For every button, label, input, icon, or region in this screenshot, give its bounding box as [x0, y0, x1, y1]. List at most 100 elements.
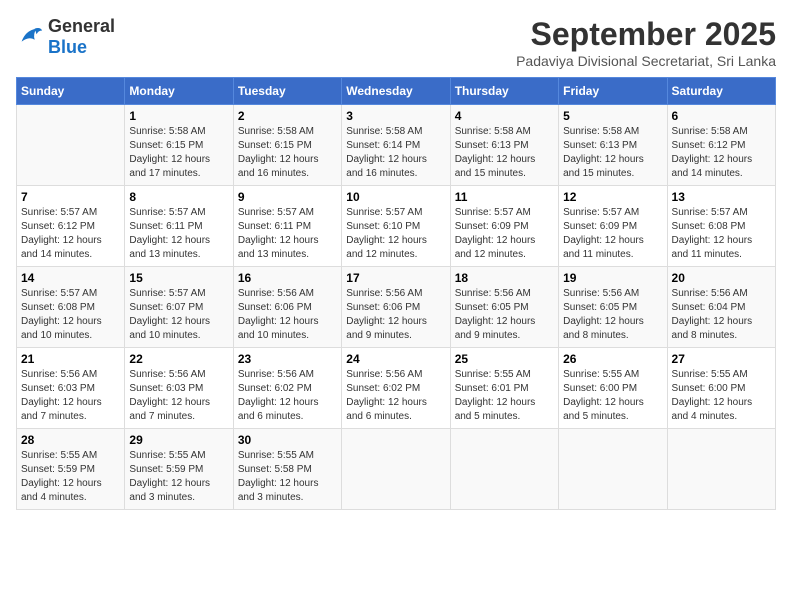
calendar-cell [342, 429, 450, 510]
calendar-cell: 18 Sunrise: 5:56 AM Sunset: 6:05 PM Dayli… [450, 267, 558, 348]
header-day-tuesday: Tuesday [233, 78, 341, 105]
cell-info: Sunrise: 5:57 AM Sunset: 6:09 PM Dayligh… [563, 206, 662, 262]
calendar-cell: 23Sunrise: 5:56 AM Sunset: 6:02 PM Dayli… [233, 348, 341, 429]
cell-info: Sunrise: 5:55 AM Sunset: 5:59 PM Dayligh… [129, 449, 228, 505]
calendar-cell: 4 Sunrise: 5:58 AM Sunset: 6:13 PM Daylig… [450, 105, 558, 186]
week-row-5: 28 Sunrise: 5:55 AM Sunset: 5:59 PM Dayli… [17, 429, 776, 510]
cell-info: Sunrise: 5:58 AM Sunset: 6:15 PM Dayligh… [129, 125, 228, 181]
day-number: 1 [129, 109, 228, 123]
header-day-monday: Monday [125, 78, 233, 105]
cell-info: Sunrise: 5:57 AM Sunset: 6:07 PM Dayligh… [129, 287, 228, 343]
day-number: 28 [21, 433, 120, 447]
calendar-cell: 1 Sunrise: 5:58 AM Sunset: 6:15 PM Daylig… [125, 105, 233, 186]
cell-info: Sunrise: 5:57 AM Sunset: 6:08 PM Dayligh… [672, 206, 771, 262]
cell-info: Sunrise: 5:57 AM Sunset: 6:12 PM Dayligh… [21, 206, 120, 262]
day-number: 3 [346, 109, 445, 123]
day-number: 30 [238, 433, 337, 447]
cell-info: Sunrise: 5:57 AM Sunset: 6:08 PM Dayligh… [21, 287, 120, 343]
month-title: September 2025 [516, 16, 776, 53]
calendar-cell: 16 Sunrise: 5:56 AM Sunset: 6:06 PM Dayli… [233, 267, 341, 348]
cell-info: Sunrise: 5:56 AM Sunset: 6:05 PM Dayligh… [455, 287, 554, 343]
calendar-cell [667, 429, 775, 510]
day-number: 11 [455, 190, 554, 204]
cell-info: Sunrise: 5:58 AM Sunset: 6:15 PM Dayligh… [238, 125, 337, 181]
cell-info: Sunrise: 5:56 AM Sunset: 6:03 PM Dayligh… [129, 368, 228, 424]
cell-info: Sunrise: 5:56 AM Sunset: 6:05 PM Dayligh… [563, 287, 662, 343]
logo-text: General Blue [48, 16, 115, 58]
cell-info: Sunrise: 5:56 AM Sunset: 6:04 PM Dayligh… [672, 287, 771, 343]
cell-info: Sunrise: 5:58 AM Sunset: 6:13 PM Dayligh… [563, 125, 662, 181]
day-number: 13 [672, 190, 771, 204]
header-day-thursday: Thursday [450, 78, 558, 105]
calendar-cell: 14Sunrise: 5:57 AM Sunset: 6:08 PM Dayli… [17, 267, 125, 348]
cell-info: Sunrise: 5:56 AM Sunset: 6:03 PM Dayligh… [21, 368, 120, 424]
calendar-cell: 9Sunrise: 5:57 AM Sunset: 6:11 PM Daylig… [233, 186, 341, 267]
day-number: 10 [346, 190, 445, 204]
day-number: 22 [129, 352, 228, 366]
week-row-1: 1 Sunrise: 5:58 AM Sunset: 6:15 PM Daylig… [17, 105, 776, 186]
week-row-3: 14Sunrise: 5:57 AM Sunset: 6:08 PM Dayli… [17, 267, 776, 348]
header-day-sunday: Sunday [17, 78, 125, 105]
day-number: 18 [455, 271, 554, 285]
calendar-cell: 26Sunrise: 5:55 AM Sunset: 6:00 PM Dayli… [559, 348, 667, 429]
title-area: September 2025 Padaviya Divisional Secre… [516, 16, 776, 69]
day-number: 20 [672, 271, 771, 285]
day-number: 24 [346, 352, 445, 366]
calendar-cell [17, 105, 125, 186]
calendar-cell: 29 Sunrise: 5:55 AM Sunset: 5:59 PM Dayli… [125, 429, 233, 510]
calendar-cell: 3 Sunrise: 5:58 AM Sunset: 6:14 PM Daylig… [342, 105, 450, 186]
calendar-cell: 21 Sunrise: 5:56 AM Sunset: 6:03 PM Dayli… [17, 348, 125, 429]
day-number: 27 [672, 352, 771, 366]
day-number: 7 [21, 190, 120, 204]
calendar-cell [559, 429, 667, 510]
day-number: 5 [563, 109, 662, 123]
day-number: 15 [129, 271, 228, 285]
cell-info: Sunrise: 5:55 AM Sunset: 6:00 PM Dayligh… [672, 368, 771, 424]
day-number: 4 [455, 109, 554, 123]
calendar-cell: 27 Sunrise: 5:55 AM Sunset: 6:00 PM Dayli… [667, 348, 775, 429]
calendar-cell: 25 Sunrise: 5:55 AM Sunset: 6:01 PM Dayli… [450, 348, 558, 429]
calendar-cell: 15 Sunrise: 5:57 AM Sunset: 6:07 PM Dayli… [125, 267, 233, 348]
week-row-4: 21 Sunrise: 5:56 AM Sunset: 6:03 PM Dayli… [17, 348, 776, 429]
week-row-2: 7 Sunrise: 5:57 AM Sunset: 6:12 PM Daylig… [17, 186, 776, 267]
day-number: 21 [21, 352, 120, 366]
calendar-cell: 7 Sunrise: 5:57 AM Sunset: 6:12 PM Daylig… [17, 186, 125, 267]
cell-info: Sunrise: 5:56 AM Sunset: 6:02 PM Dayligh… [346, 368, 445, 424]
day-number: 16 [238, 271, 337, 285]
calendar-cell: 10Sunrise: 5:57 AM Sunset: 6:10 PM Dayli… [342, 186, 450, 267]
calendar-cell: 22 Sunrise: 5:56 AM Sunset: 6:03 PM Dayli… [125, 348, 233, 429]
day-number: 29 [129, 433, 228, 447]
calendar-cell: 8Sunrise: 5:57 AM Sunset: 6:11 PM Daylig… [125, 186, 233, 267]
day-number: 23 [238, 352, 337, 366]
cell-info: Sunrise: 5:58 AM Sunset: 6:13 PM Dayligh… [455, 125, 554, 181]
calendar-cell: 30 Sunrise: 5:55 AM Sunset: 5:58 PM Dayli… [233, 429, 341, 510]
header-day-wednesday: Wednesday [342, 78, 450, 105]
calendar-cell: 13 Sunrise: 5:57 AM Sunset: 6:08 PM Dayli… [667, 186, 775, 267]
cell-info: Sunrise: 5:56 AM Sunset: 6:06 PM Dayligh… [346, 287, 445, 343]
calendar-cell: 20 Sunrise: 5:56 AM Sunset: 6:04 PM Dayli… [667, 267, 775, 348]
cell-info: Sunrise: 5:55 AM Sunset: 6:01 PM Dayligh… [455, 368, 554, 424]
logo: General Blue [16, 16, 115, 58]
header-day-friday: Friday [559, 78, 667, 105]
calendar-cell: 12 Sunrise: 5:57 AM Sunset: 6:09 PM Dayli… [559, 186, 667, 267]
logo-blue: Blue [48, 37, 87, 57]
day-number: 12 [563, 190, 662, 204]
day-number: 9 [238, 190, 337, 204]
calendar-cell: 17 Sunrise: 5:56 AM Sunset: 6:06 PM Dayli… [342, 267, 450, 348]
day-number: 25 [455, 352, 554, 366]
header-row: SundayMondayTuesdayWednesdayThursdayFrid… [17, 78, 776, 105]
day-number: 2 [238, 109, 337, 123]
calendar-cell: 11 Sunrise: 5:57 AM Sunset: 6:09 PM Dayli… [450, 186, 558, 267]
header: General Blue September 2025 Padaviya Div… [16, 16, 776, 69]
header-day-saturday: Saturday [667, 78, 775, 105]
cell-info: Sunrise: 5:55 AM Sunset: 6:00 PM Dayligh… [563, 368, 662, 424]
cell-info: Sunrise: 5:55 AM Sunset: 5:59 PM Dayligh… [21, 449, 120, 505]
cell-info: Sunrise: 5:55 AM Sunset: 5:58 PM Dayligh… [238, 449, 337, 505]
cell-info: Sunrise: 5:57 AM Sunset: 6:11 PM Dayligh… [129, 206, 228, 262]
cell-info: Sunrise: 5:56 AM Sunset: 6:06 PM Dayligh… [238, 287, 337, 343]
cell-info: Sunrise: 5:58 AM Sunset: 6:12 PM Dayligh… [672, 125, 771, 181]
cell-info: Sunrise: 5:57 AM Sunset: 6:09 PM Dayligh… [455, 206, 554, 262]
calendar-cell: 6Sunrise: 5:58 AM Sunset: 6:12 PM Daylig… [667, 105, 775, 186]
cell-info: Sunrise: 5:58 AM Sunset: 6:14 PM Dayligh… [346, 125, 445, 181]
day-number: 17 [346, 271, 445, 285]
